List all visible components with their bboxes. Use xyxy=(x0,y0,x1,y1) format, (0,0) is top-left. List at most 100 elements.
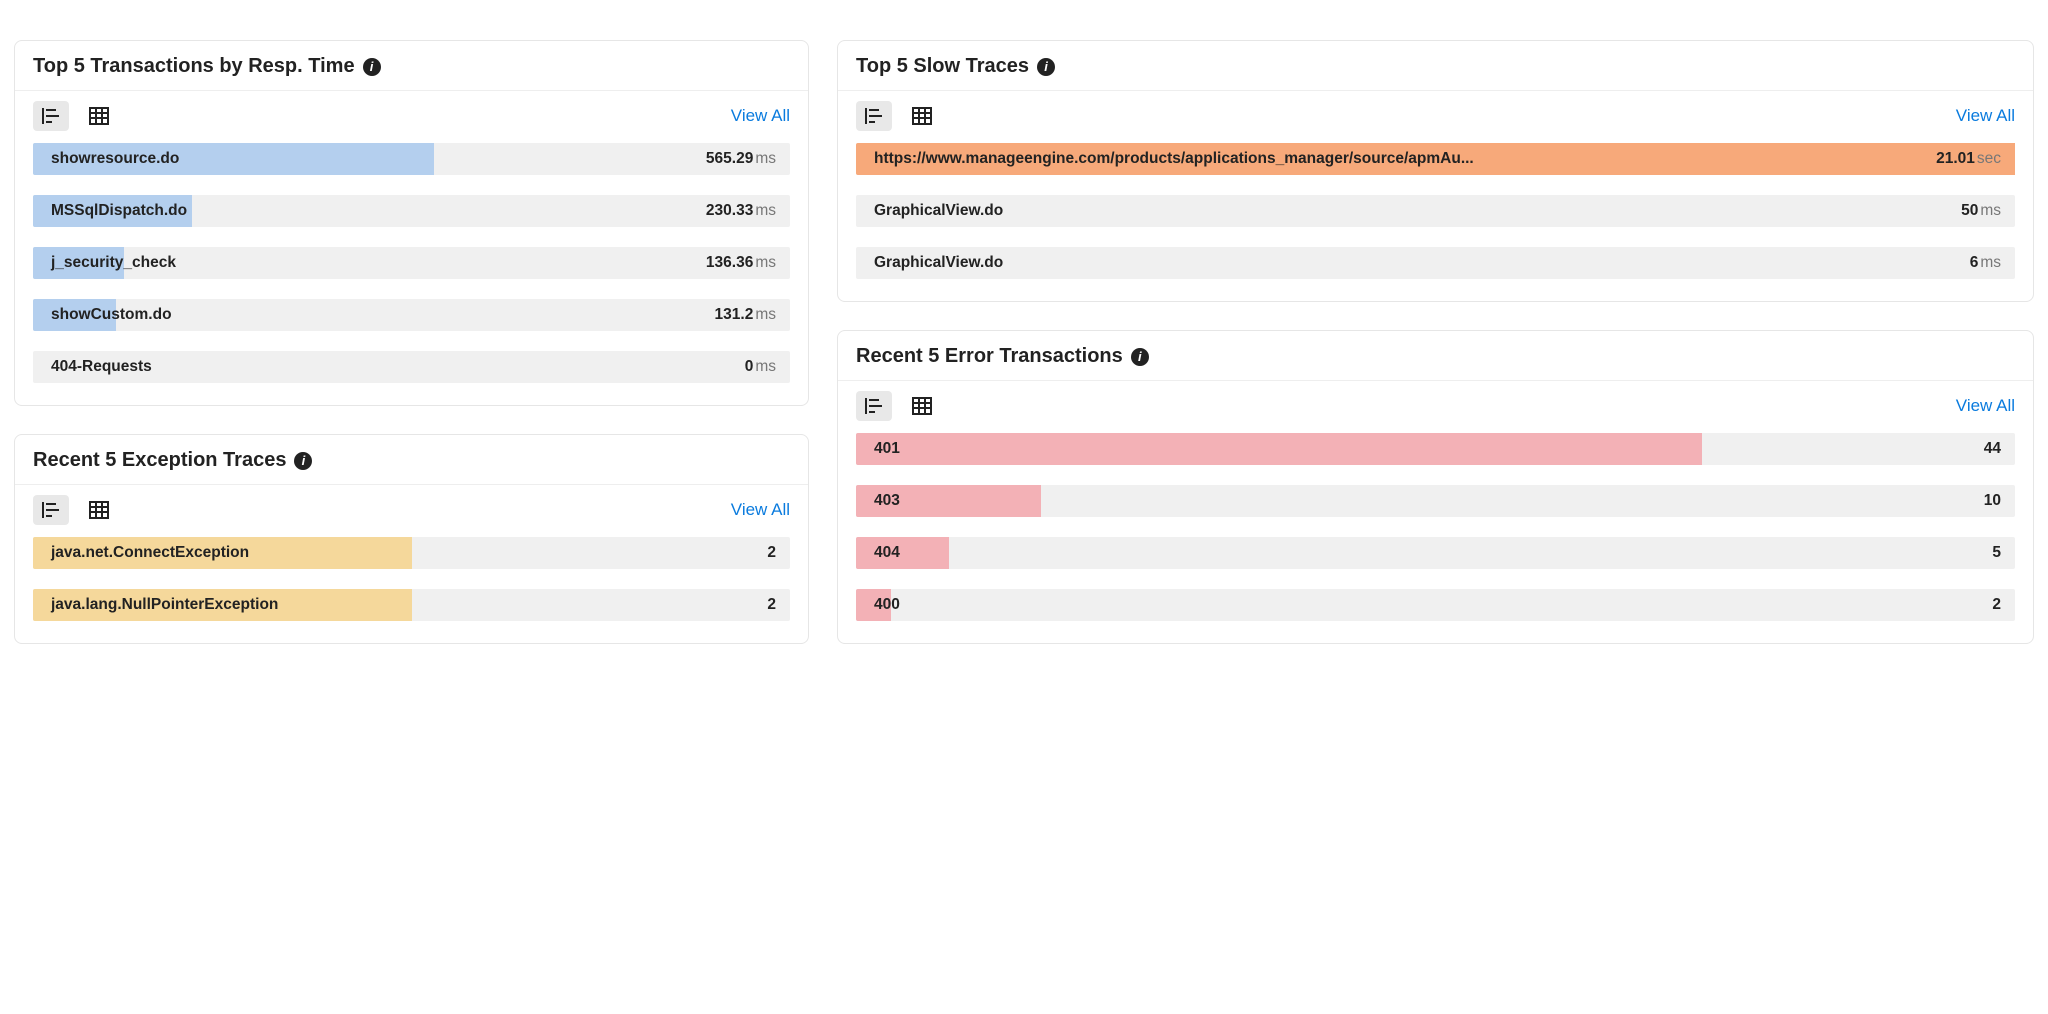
bar-view-button[interactable] xyxy=(856,391,892,421)
view-toggle xyxy=(33,495,117,525)
bar-fill xyxy=(856,433,1702,465)
panel-exceptions: Recent 5 Exception Traces i View All jav… xyxy=(14,434,809,644)
bar-label: showresource.do xyxy=(33,150,179,168)
bar-value-number: 44 xyxy=(1984,440,2001,457)
bar-row[interactable]: 403 10 xyxy=(856,485,2015,517)
panel-title: Recent 5 Exception Traces xyxy=(33,449,286,472)
bar-view-button[interactable] xyxy=(33,101,69,131)
table-view-button[interactable] xyxy=(81,101,117,131)
bar-row[interactable]: GraphicalView.do6ms xyxy=(856,247,2015,279)
bar-list: https://www.manageengine.com/products/ap… xyxy=(838,143,2033,301)
dashboard: Top 5 Transactions by Resp. Time i View … xyxy=(0,0,2048,644)
panel-toolbar: View All xyxy=(838,91,2033,143)
bar-label: GraphicalView.do xyxy=(856,254,1003,272)
table-view-button[interactable] xyxy=(904,101,940,131)
bar-value: 131.2ms xyxy=(715,306,776,324)
bar-value: 21.01sec xyxy=(1936,150,2001,168)
bar-list: showresource.do565.29msMSSqlDispatch.do2… xyxy=(15,143,808,405)
bar-label: java.net.ConnectException xyxy=(33,544,249,562)
bar-value-unit: ms xyxy=(755,306,776,323)
panel-header: Recent 5 Exception Traces i xyxy=(15,435,808,485)
panel-slow-traces: Top 5 Slow Traces i View All https://www… xyxy=(837,40,2034,302)
info-icon[interactable]: i xyxy=(363,58,381,76)
bar-label: 404-Requests xyxy=(33,358,152,376)
table-view-button[interactable] xyxy=(904,391,940,421)
bar-row[interactable]: java.net.ConnectException 2 xyxy=(33,537,790,569)
bar-value: 136.36ms xyxy=(706,254,776,272)
bar-chart-icon xyxy=(41,501,61,519)
bar-row[interactable]: 40144 xyxy=(856,433,2015,465)
bar-row[interactable]: 404-Requests 0ms xyxy=(33,351,790,383)
bar-value: 10 xyxy=(1984,492,2001,510)
bar-label: https://www.manageengine.com/products/ap… xyxy=(856,150,1474,168)
bar-value-unit: ms xyxy=(755,358,776,375)
view-all-link[interactable]: View All xyxy=(731,500,790,520)
bar-label: 404 xyxy=(856,544,900,562)
info-icon[interactable]: i xyxy=(1037,58,1055,76)
bar-value-number: 5 xyxy=(1992,544,2001,561)
bar-value: 2 xyxy=(767,596,776,614)
bar-value-number: 131.2 xyxy=(715,306,754,323)
bar-value-unit: ms xyxy=(755,150,776,167)
bar-chart-icon xyxy=(864,107,884,125)
bar-value: 2 xyxy=(1992,596,2001,614)
bar-value-number: 2 xyxy=(1992,596,2001,613)
view-all-link[interactable]: View All xyxy=(1956,396,2015,416)
bar-row[interactable]: j_security_check 136.36ms xyxy=(33,247,790,279)
panel-transactions: Top 5 Transactions by Resp. Time i View … xyxy=(14,40,809,406)
bar-value: 2 xyxy=(767,544,776,562)
panel-title: Top 5 Slow Traces xyxy=(856,55,1029,78)
panel-title: Top 5 Transactions by Resp. Time xyxy=(33,55,355,78)
info-icon[interactable]: i xyxy=(294,452,312,470)
bar-list: 40144 403 10 404 5 4002 xyxy=(838,433,2033,643)
bar-value: 5 xyxy=(1992,544,2001,562)
info-icon[interactable]: i xyxy=(1131,348,1149,366)
bar-value-number: 10 xyxy=(1984,492,2001,509)
view-all-link[interactable]: View All xyxy=(731,106,790,126)
bar-value-number: 0 xyxy=(745,358,754,375)
table-view-button[interactable] xyxy=(81,495,117,525)
bar-row[interactable]: java.lang.NullPointerException 2 xyxy=(33,589,790,621)
bar-row[interactable]: showCustom.do 131.2ms xyxy=(33,299,790,331)
bar-value-unit: sec xyxy=(1977,150,2001,167)
bar-row[interactable]: 404 5 xyxy=(856,537,2015,569)
bar-label: j_security_check xyxy=(33,254,176,272)
table-icon xyxy=(912,397,932,415)
table-icon xyxy=(912,107,932,125)
bar-value-number: 565.29 xyxy=(706,150,753,167)
bar-value-unit: ms xyxy=(755,202,776,219)
bar-row[interactable]: showresource.do 565.29ms xyxy=(33,143,790,175)
bar-label: showCustom.do xyxy=(33,306,172,324)
bar-label: MSSqlDispatch.do xyxy=(33,202,187,220)
bar-value-number: 21.01 xyxy=(1936,150,1975,167)
bar-row[interactable]: 4002 xyxy=(856,589,2015,621)
bar-value-number: 50 xyxy=(1961,202,1978,219)
panel-toolbar: View All xyxy=(15,91,808,143)
bar-value: 50ms xyxy=(1961,202,2001,220)
bar-view-button[interactable] xyxy=(856,101,892,131)
bar-row[interactable]: https://www.manageengine.com/products/ap… xyxy=(856,143,2015,175)
bar-value-number: 2 xyxy=(767,544,776,561)
bar-label: 403 xyxy=(856,492,900,510)
table-icon xyxy=(89,107,109,125)
bar-value: 565.29ms xyxy=(706,150,776,168)
panel-title: Recent 5 Error Transactions xyxy=(856,345,1123,368)
bar-row[interactable]: GraphicalView.do50ms xyxy=(856,195,2015,227)
panel-toolbar: View All xyxy=(15,485,808,537)
view-toggle xyxy=(33,101,117,131)
bar-value-number: 6 xyxy=(1970,254,1979,271)
bar-list: java.net.ConnectException2java.lang.Null… xyxy=(15,537,808,643)
bar-view-button[interactable] xyxy=(33,495,69,525)
right-column: Top 5 Slow Traces i View All https://www… xyxy=(837,40,2034,644)
panel-header: Top 5 Transactions by Resp. Time i xyxy=(15,41,808,91)
bar-chart-icon xyxy=(41,107,61,125)
bar-row[interactable]: MSSqlDispatch.do 230.33ms xyxy=(33,195,790,227)
table-icon xyxy=(89,501,109,519)
view-all-link[interactable]: View All xyxy=(1956,106,2015,126)
bar-value-unit: ms xyxy=(1980,202,2001,219)
bar-label: java.lang.NullPointerException xyxy=(33,596,278,614)
bar-value: 44 xyxy=(1984,440,2001,458)
view-toggle xyxy=(856,101,940,131)
bar-value-number: 230.33 xyxy=(706,202,753,219)
bar-value: 0ms xyxy=(745,358,776,376)
